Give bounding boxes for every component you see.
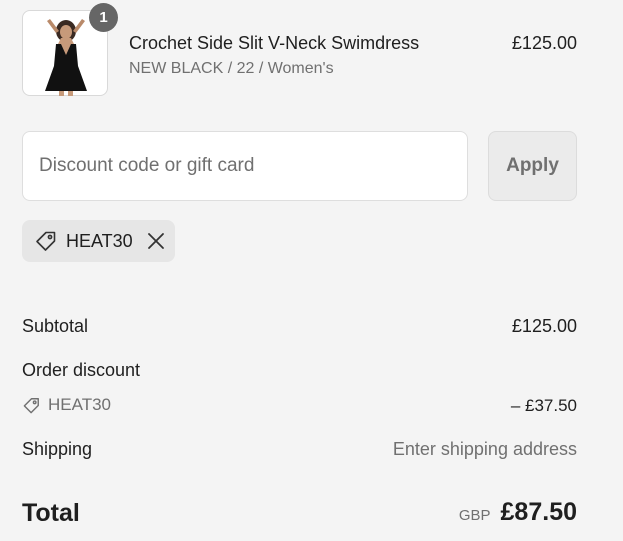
order-discount-label: Order discount [22, 360, 141, 380]
currency-code: GBP [458, 507, 491, 524]
discount-code-input[interactable] [22, 131, 468, 201]
product-variant: NEW BLACK / 22 / Women's [129, 60, 334, 77]
subtotal-value: £125.00 [511, 316, 577, 336]
product-price: £125.00 [511, 33, 577, 53]
shipping-value: Enter shipping address [392, 439, 577, 459]
close-icon[interactable] [147, 232, 165, 250]
applied-discount-code: HEAT30 [66, 230, 133, 251]
total-amount-group: GBP £87.50 [459, 498, 577, 527]
shipping-label: Shipping [22, 439, 93, 459]
quantity-badge: 1 [89, 3, 118, 32]
product-name: Crochet Side Slit V-Neck Swimdress [129, 33, 420, 53]
applied-discount-chip: HEAT30 [22, 220, 175, 262]
tag-icon [22, 396, 41, 415]
tag-icon [34, 229, 58, 253]
order-discount-code-label: HEAT30 [48, 395, 111, 414]
subtotal-label: Subtotal [22, 316, 89, 336]
order-discount-amount: – £37.50 [510, 396, 577, 415]
apply-discount-button[interactable]: Apply [488, 131, 577, 201]
order-discount-code: HEAT30 [22, 395, 111, 415]
total-label: Total [22, 499, 80, 527]
total-value: £87.50 [500, 498, 577, 526]
